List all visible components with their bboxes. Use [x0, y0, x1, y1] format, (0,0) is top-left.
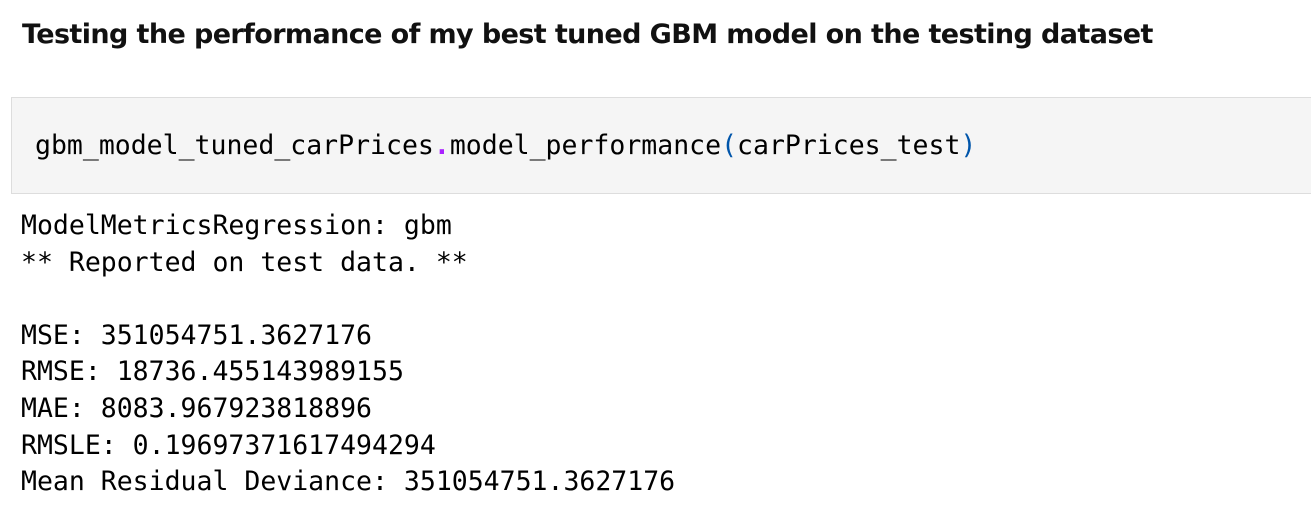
output-rmsle: RMSLE: 0.19697371617494294 — [21, 429, 436, 461]
output-mae: MAE: 8083.967923818896 — [21, 392, 372, 424]
output-mse: MSE: 351054751.3627176 — [21, 319, 372, 351]
code-method: model_performance — [449, 130, 722, 161]
code-line[interactable]: gbm_model_tuned_carPrices.model_performa… — [35, 131, 976, 161]
output-mean-residual-deviance: Mean Residual Deviance: 351054751.362717… — [21, 466, 676, 498]
output-blank-line — [21, 281, 675, 318]
code-dot-operator: . — [433, 130, 450, 161]
code-close-paren: ) — [960, 130, 977, 161]
output-reported-on: ** Reported on test data. ** — [21, 246, 468, 278]
code-argument: carPrices_test — [737, 130, 961, 161]
code-cell[interactable]: gbm_model_tuned_carPrices.model_performa… — [11, 97, 1311, 194]
code-object: gbm_model_tuned_carPrices — [35, 130, 434, 161]
output-metrics-type: ModelMetricsRegression: gbm — [21, 210, 452, 241]
output-rmse: RMSE: 18736.455143989155 — [21, 356, 404, 388]
section-heading: Testing the performance of my best tuned… — [22, 19, 1153, 50]
cell-output: ModelMetricsRegression: gbm ** Reported … — [21, 208, 675, 501]
code-open-paren: ( — [721, 130, 738, 161]
